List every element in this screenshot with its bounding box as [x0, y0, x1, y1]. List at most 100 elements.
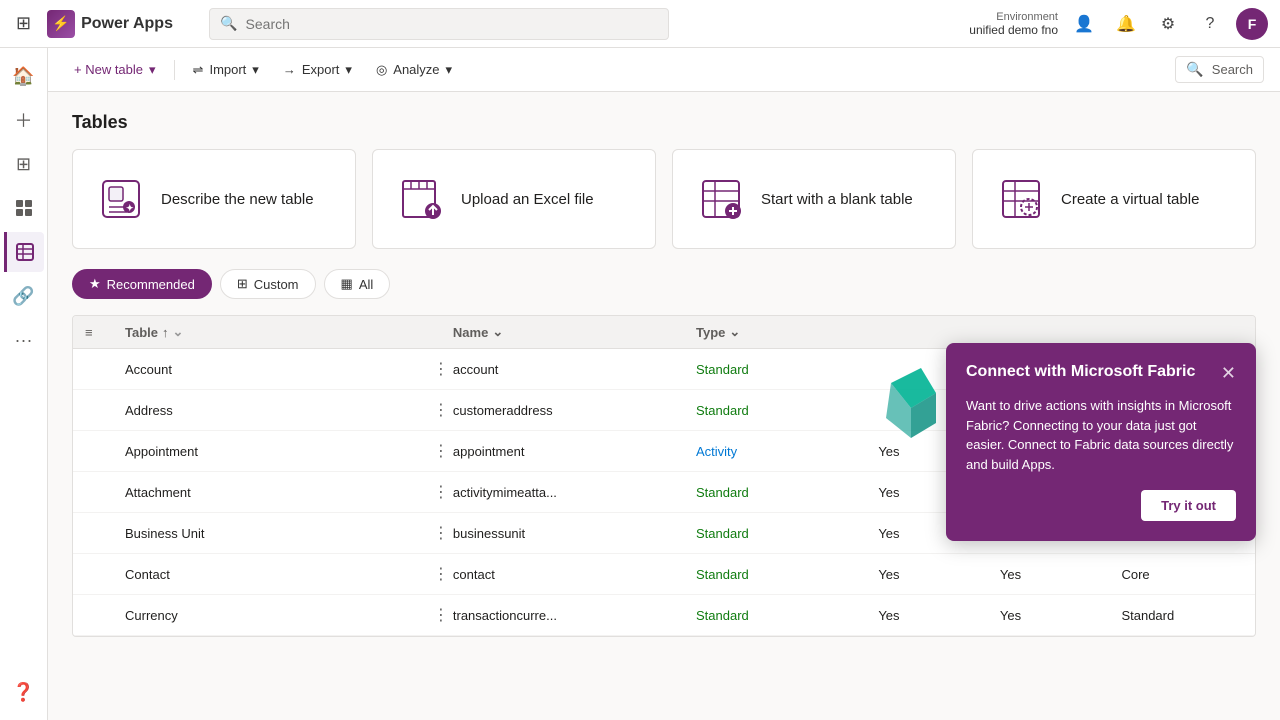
fabric-popup-footer: Try it out	[966, 490, 1236, 521]
app-name: Power Apps	[81, 15, 173, 33]
cards-row: ✦ Describe the new table	[72, 149, 1256, 249]
page-title: Tables	[72, 112, 1256, 133]
row-name: account	[453, 362, 696, 377]
card-blank-label: Start with a blank table	[761, 191, 913, 208]
row-name: transactioncurre...	[453, 608, 696, 623]
export-button[interactable]: → Export ▾	[273, 56, 362, 84]
virtual-icon	[997, 175, 1045, 223]
tab-all[interactable]: ▦ All	[324, 269, 391, 299]
analyze-button[interactable]: ◎ Analyze ▾	[366, 56, 462, 84]
chevron-down-icon-2: ▾	[252, 62, 259, 78]
top-navigation: ⊞ ⚡ Power Apps 🔍 Environment unified dem…	[0, 0, 1280, 48]
star-icon: ★	[89, 276, 101, 292]
row-c5: Yes	[1000, 608, 1122, 623]
fabric-popup-title: Connect with Microsoft Fabric	[966, 363, 1195, 381]
col-name-header[interactable]: Name ⌄	[453, 324, 696, 340]
environment-label: Environment	[996, 11, 1058, 23]
help-icon[interactable]: ?	[1194, 8, 1226, 40]
grid-menu-icon[interactable]: ⊞	[12, 9, 35, 38]
chevron-down-icon-4: ▾	[446, 62, 453, 78]
fabric-close-button[interactable]: ✕	[1221, 363, 1236, 384]
card-describe-label: Describe the new table	[161, 191, 314, 208]
grid-icon: ⊞	[237, 276, 248, 292]
row-c6: Core	[1121, 567, 1243, 582]
col-list-header: ≡	[85, 325, 125, 340]
fabric-popup: Connect with Microsoft Fabric ✕ Want to …	[946, 343, 1256, 541]
new-table-button[interactable]: + New table ▾	[64, 56, 166, 84]
sidebar-item-connections[interactable]: 🔗	[4, 276, 44, 316]
sidebar-item-solutions[interactable]	[4, 188, 44, 228]
fabric-popup-body: Want to drive actions with insights in M…	[966, 396, 1236, 474]
tab-custom[interactable]: ⊞ Custom	[220, 269, 316, 299]
row-more-menu[interactable]: ⋮	[429, 441, 453, 461]
toolbar-search[interactable]: 🔍 Search	[1175, 56, 1264, 83]
new-table-label: + New table	[74, 62, 143, 77]
environment-name: unified demo fno	[969, 23, 1058, 37]
blank-icon	[697, 175, 745, 223]
filter-tabs: ★ Recommended ⊞ Custom ▦ All	[72, 269, 1256, 299]
card-virtual-label: Create a virtual table	[1061, 191, 1199, 208]
environment-info: Environment unified demo fno	[969, 11, 1058, 37]
row-name: businessunit	[453, 526, 696, 541]
row-c5: Yes	[1000, 567, 1122, 582]
chevron-down-icon: ▾	[149, 62, 156, 78]
row-name: contact	[453, 567, 696, 582]
describe-icon: ✦	[97, 175, 145, 223]
row-name: customeraddress	[453, 403, 696, 418]
toolbar-separator-1	[174, 60, 175, 80]
tab-recommended[interactable]: ★ Recommended	[72, 269, 212, 299]
table-row[interactable]: Currency ⋮ transactioncurre... Standard …	[73, 595, 1255, 636]
row-table-name: Contact	[125, 567, 429, 582]
user-icon-btn[interactable]: 👤	[1068, 8, 1100, 40]
row-more-menu[interactable]: ⋮	[429, 400, 453, 420]
fabric-popup-header: Connect with Microsoft Fabric ✕	[966, 363, 1236, 384]
notification-icon[interactable]: 🔔	[1110, 8, 1142, 40]
card-upload[interactable]: Upload an Excel file	[372, 149, 656, 249]
card-blank[interactable]: Start with a blank table	[672, 149, 956, 249]
global-search[interactable]: 🔍	[209, 8, 669, 40]
sidebar-item-create[interactable]: ＋	[4, 100, 44, 140]
row-table-name: Currency	[125, 608, 429, 623]
sidebar: 🏠 ＋ ⊞ 🔗 ··· ❓	[0, 48, 48, 720]
col-table-header[interactable]: Table ↑ ⌄	[125, 324, 429, 340]
export-label: Export	[302, 62, 340, 77]
settings-icon[interactable]: ⚙	[1152, 8, 1184, 40]
card-upload-label: Upload an Excel file	[461, 191, 594, 208]
row-type: Standard	[696, 526, 878, 541]
import-button[interactable]: ⇌ Import ▾	[183, 56, 269, 84]
import-label: Import	[209, 62, 246, 77]
card-describe[interactable]: ✦ Describe the new table	[72, 149, 356, 249]
sidebar-item-home[interactable]: 🏠	[4, 56, 44, 96]
sidebar-item-tables[interactable]	[4, 232, 44, 272]
sidebar-item-help[interactable]: ❓	[4, 672, 44, 712]
row-type: Standard	[696, 362, 878, 377]
tab-all-label: All	[359, 277, 373, 292]
svg-text:✦: ✦	[126, 203, 134, 213]
sidebar-item-more[interactable]: ···	[4, 320, 44, 360]
avatar[interactable]: F	[1236, 8, 1268, 40]
row-table-name: Business Unit	[125, 526, 429, 541]
row-more-menu[interactable]: ⋮	[429, 359, 453, 379]
search-input[interactable]	[246, 16, 659, 32]
app-logo: ⚡ Power Apps	[47, 10, 197, 38]
row-type: Standard	[696, 608, 878, 623]
search-label: Search	[1212, 62, 1253, 77]
fabric-try-button[interactable]: Try it out	[1141, 490, 1236, 521]
table-icon: ▦	[341, 276, 353, 292]
sidebar-item-apps[interactable]: ⊞	[4, 144, 44, 184]
upload-icon	[397, 175, 445, 223]
col-type-header[interactable]: Type ⌄	[696, 324, 878, 340]
row-c6: Standard	[1121, 608, 1243, 623]
row-more-menu[interactable]: ⋮	[429, 523, 453, 543]
table-row[interactable]: Contact ⋮ contact Standard Yes Yes Core	[73, 554, 1255, 595]
list-view-icon: ≡	[85, 325, 93, 340]
card-virtual[interactable]: Create a virtual table	[972, 149, 1256, 249]
row-more-menu[interactable]: ⋮	[429, 564, 453, 584]
analyze-icon: ◎	[376, 62, 387, 78]
row-more-menu[interactable]: ⋮	[429, 605, 453, 625]
row-c4: Yes	[878, 608, 1000, 623]
row-type: Activity	[696, 444, 878, 459]
row-type: Standard	[696, 403, 878, 418]
search-icon-toolbar: 🔍	[1186, 61, 1203, 78]
row-more-menu[interactable]: ⋮	[429, 482, 453, 502]
